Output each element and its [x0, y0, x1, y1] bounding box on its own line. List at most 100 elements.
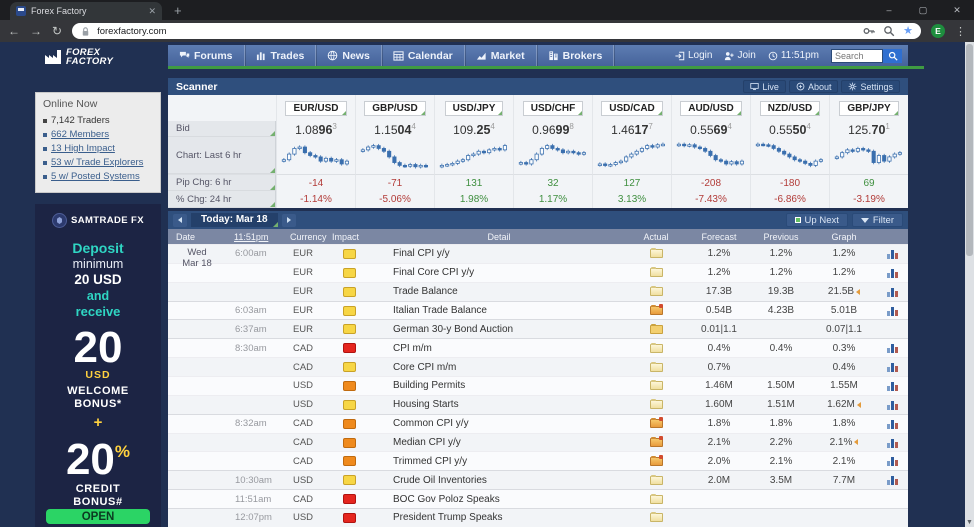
bookmark-star-icon[interactable]: ★ — [903, 26, 913, 37]
scrollbar-thumb[interactable] — [966, 44, 973, 256]
event-name[interactable]: Trade Balance — [374, 286, 624, 297]
up-next-button[interactable]: Up Next — [786, 213, 848, 227]
browser-menu-icon[interactable]: ⋮ — [955, 25, 966, 38]
address-bar[interactable]: forexfactory.com ★ — [72, 23, 921, 39]
filter-button[interactable]: Filter — [852, 213, 903, 227]
samtrade-ad[interactable]: SAMTRADE FX Deposit minimum 20 USD and r… — [35, 204, 161, 527]
online-now-link[interactable]: 13 High Impact — [43, 143, 153, 154]
calendar-date-title[interactable]: Today: Mar 18 — [191, 213, 278, 227]
scrollbar-down-arrow[interactable]: ▼ — [965, 519, 974, 526]
detail-folder-icon[interactable] — [650, 513, 663, 522]
search-input[interactable] — [831, 49, 883, 63]
event-name[interactable]: Median CPI y/y — [374, 437, 624, 448]
nav-item-news[interactable]: News — [316, 45, 381, 66]
event-name[interactable]: Common CPI y/y — [374, 418, 624, 429]
graph-icon[interactable] — [887, 306, 898, 316]
graph-icon[interactable] — [887, 438, 898, 448]
event-name[interactable]: President Trump Speaks — [374, 512, 624, 523]
window-minimize-button[interactable]: – — [872, 0, 906, 20]
nav-item-forums[interactable]: Forums — [168, 45, 245, 66]
graph-icon[interactable] — [887, 287, 898, 297]
url-text[interactable]: forexfactory.com — [97, 26, 857, 37]
time-display[interactable]: 11:51pm — [768, 50, 819, 61]
detail-folder-icon[interactable] — [650, 268, 663, 277]
tab-close-icon[interactable]: ✕ — [148, 6, 156, 17]
page-scrollbar[interactable]: ▼ — [965, 42, 974, 527]
graph-icon[interactable] — [887, 400, 898, 410]
detail-folder-icon[interactable] — [650, 325, 663, 334]
scanner-row-label-bid[interactable]: Bid — [168, 121, 276, 137]
col-header-1151pm[interactable]: 11:51pm — [226, 232, 282, 242]
event-name[interactable]: Housing Starts — [374, 399, 624, 410]
event-name[interactable]: Final CPI y/y — [374, 248, 624, 259]
browser-tab[interactable]: Forex Factory ✕ — [10, 2, 162, 20]
ad-open-button[interactable]: OPEN — [46, 509, 150, 524]
detail-folder-icon[interactable] — [650, 495, 663, 504]
graph-icon[interactable] — [887, 419, 898, 429]
pair-name[interactable]: USD/JPY — [445, 101, 504, 116]
pair-name[interactable]: USD/CAD — [601, 101, 663, 116]
event-name[interactable]: CPI m/m — [374, 343, 624, 354]
scanner-settings-button[interactable]: Settings — [841, 80, 900, 93]
detail-folder-icon[interactable] — [650, 476, 663, 485]
scanner-row-label-chart[interactable]: Chart: Last 6 hr — [168, 137, 276, 174]
scanner-about-button[interactable]: About — [789, 80, 839, 93]
online-now-link[interactable]: 53 w/ Trade Explorers — [43, 157, 153, 168]
pair-name[interactable]: GBP/USD — [364, 101, 426, 116]
new-tab-button[interactable]: + — [174, 3, 182, 18]
online-now-link[interactable]: 662 Members — [43, 129, 153, 140]
nav-item-brokers[interactable]: Brokers — [537, 45, 615, 66]
zoom-icon[interactable] — [883, 25, 895, 37]
nav-item-calendar[interactable]: Calendar — [382, 45, 465, 66]
pair-name[interactable]: EUR/USD — [285, 101, 346, 116]
graph-icon[interactable] — [887, 475, 898, 485]
event-name[interactable]: Crude Oil Inventories — [374, 475, 624, 486]
detail-folder-icon[interactable] — [650, 457, 663, 466]
graph-icon[interactable] — [887, 362, 898, 372]
event-name[interactable]: Italian Trade Balance — [374, 305, 624, 316]
pair-name[interactable]: NZD/USD — [760, 101, 820, 116]
detail-folder-icon[interactable] — [650, 438, 663, 447]
window-close-button[interactable]: ✕ — [940, 0, 974, 20]
pair-name[interactable]: AUD/USD — [680, 101, 742, 116]
forward-button[interactable]: → — [30, 25, 42, 37]
event-name[interactable]: BOC Gov Poloz Speaks — [374, 494, 624, 505]
profile-avatar[interactable]: E — [931, 24, 945, 38]
detail-folder-icon[interactable] — [650, 419, 663, 428]
scanner-live-button[interactable]: Live — [743, 80, 786, 93]
pair-name[interactable]: USD/CHF — [523, 101, 583, 116]
window-maximize-button[interactable]: ▢ — [906, 0, 940, 20]
detail-folder-icon[interactable] — [650, 400, 663, 409]
event-name[interactable]: Building Permits — [374, 380, 624, 391]
event-name[interactable]: Core CPI m/m — [374, 362, 624, 373]
scanner-row-label-pct[interactable]: % Chg: 24 hr — [168, 191, 276, 208]
nav-item-trades[interactable]: Trades — [245, 45, 317, 66]
graph-icon[interactable] — [887, 249, 898, 259]
graph-icon[interactable] — [887, 268, 898, 278]
event-name[interactable]: Trimmed CPI y/y — [374, 456, 624, 467]
scanner-row-label-pip[interactable]: Pip Chg: 6 hr — [168, 174, 276, 191]
reload-button[interactable]: ↻ — [52, 25, 62, 37]
graph-icon[interactable] — [887, 381, 898, 391]
back-button[interactable]: ← — [8, 25, 20, 37]
event-name[interactable]: German 30-y Bond Auction — [374, 324, 624, 335]
graph-icon[interactable] — [887, 343, 898, 353]
join-link[interactable]: Join — [724, 50, 755, 61]
search-button[interactable] — [883, 49, 902, 63]
pair-name[interactable]: GBP/JPY — [839, 101, 898, 116]
calendar-next-button[interactable] — [282, 214, 296, 227]
event-name[interactable]: Final Core CPI y/y — [374, 267, 624, 278]
forex-factory-logo[interactable]: FOREX FACTORY — [44, 48, 113, 66]
nav-item-market[interactable]: Market — [465, 45, 537, 66]
calendar-prev-button[interactable] — [173, 214, 187, 227]
detail-folder-icon[interactable] — [650, 363, 663, 372]
graph-icon[interactable] — [887, 456, 898, 466]
password-key-icon[interactable] — [863, 25, 875, 37]
detail-folder-icon[interactable] — [650, 287, 663, 296]
online-now-link[interactable]: 5 w/ Posted Systems — [43, 171, 153, 182]
login-link[interactable]: Login — [675, 50, 712, 61]
detail-folder-icon[interactable] — [650, 381, 663, 390]
detail-folder-icon[interactable] — [650, 344, 663, 353]
detail-folder-icon[interactable] — [650, 306, 663, 315]
detail-folder-icon[interactable] — [650, 249, 663, 258]
